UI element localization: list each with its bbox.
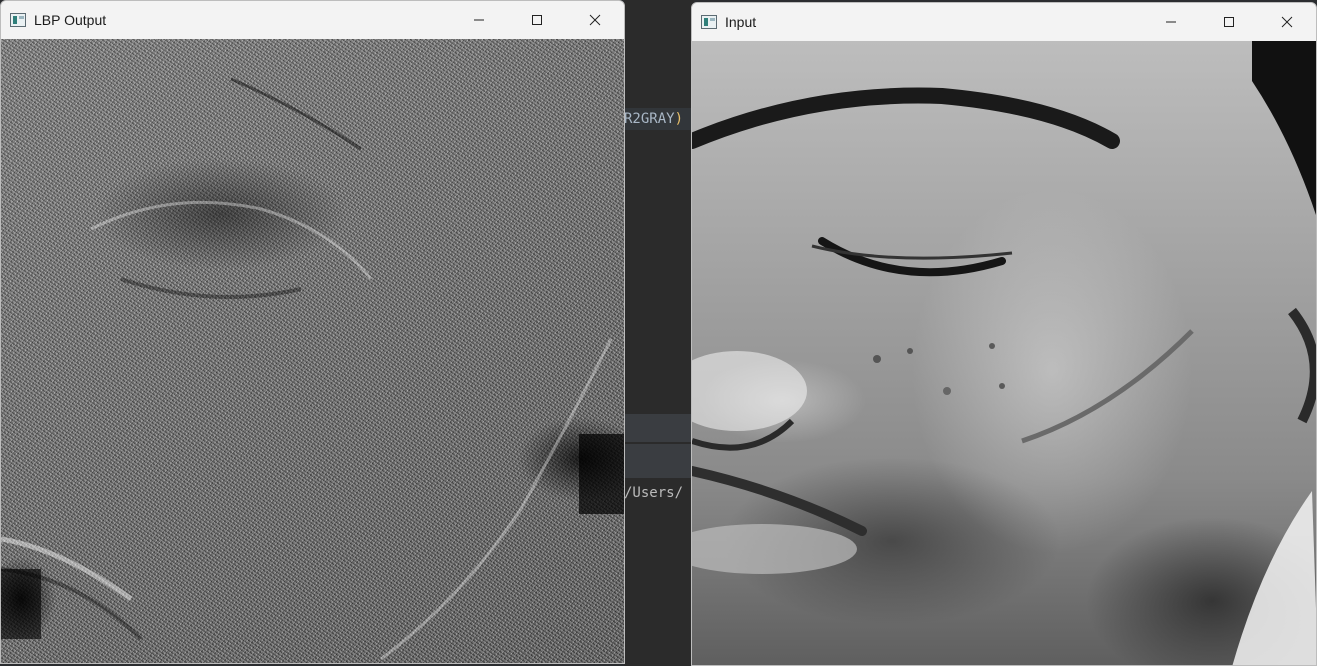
- opencv-window-icon: [10, 12, 26, 27]
- opencv-window-icon: [701, 14, 717, 29]
- close-button[interactable]: [566, 1, 624, 38]
- window-controls: [450, 1, 624, 38]
- lbp-output-window[interactable]: LBP Output: [0, 0, 625, 664]
- titlebar[interactable]: LBP Output: [1, 1, 624, 38]
- terminal-path-line[interactable]: /Users/: [624, 482, 694, 504]
- editor-highlight-band: [624, 414, 694, 442]
- background-editor: R2GRAY) /Users/: [624, 0, 694, 666]
- lbp-contours: [1, 77, 624, 661]
- minimize-button[interactable]: [450, 1, 508, 38]
- close-icon: [589, 14, 601, 25]
- lbp-texture-image: [1, 39, 624, 663]
- maximize-icon: [1224, 16, 1234, 27]
- titlebar[interactable]: Input: [692, 3, 1316, 40]
- minimize-button[interactable]: [1142, 3, 1200, 40]
- face-features: [692, 41, 1316, 665]
- window-title: Input: [725, 13, 757, 30]
- code-paren: ): [674, 111, 684, 127]
- minimize-icon: [474, 19, 484, 20]
- close-button[interactable]: [1258, 3, 1316, 40]
- code-text: R2GRAY: [624, 111, 675, 127]
- maximize-icon: [532, 14, 542, 25]
- editor-code-line[interactable]: R2GRAY): [624, 108, 694, 130]
- window-controls: [1142, 3, 1316, 40]
- grayscale-face-image: [692, 41, 1316, 665]
- editor-highlight-band: [624, 444, 694, 478]
- minimize-icon: [1166, 21, 1176, 22]
- desktop: R2GRAY) /Users/ LBP Output Input: [0, 0, 1317, 666]
- maximize-button[interactable]: [508, 1, 566, 38]
- close-icon: [1281, 16, 1293, 27]
- window-title: LBP Output: [34, 11, 107, 28]
- input-window[interactable]: Input: [691, 2, 1317, 666]
- maximize-button[interactable]: [1200, 3, 1258, 40]
